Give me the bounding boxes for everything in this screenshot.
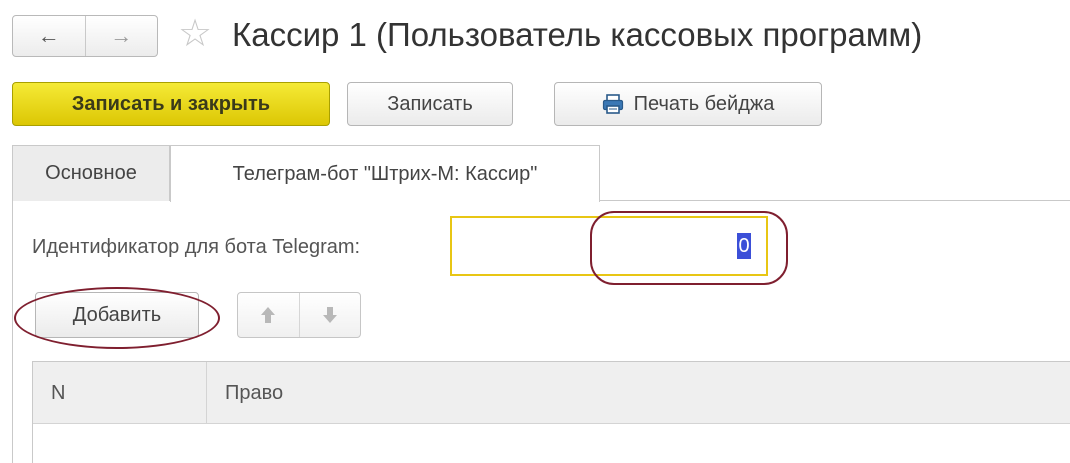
star-icon[interactable]: ☆ — [178, 14, 212, 54]
save-and-close-button[interactable]: Записать и закрыть — [12, 82, 330, 126]
print-badge-button[interactable]: Печать бейджа — [554, 82, 822, 126]
save-button[interactable]: Записать — [347, 82, 513, 126]
table-header: N Право — [33, 362, 1070, 424]
annotation-circle-add — [14, 287, 220, 349]
tab-telegram-bot[interactable]: Телеграм-бот "Штрих-М: Кассир" — [170, 145, 600, 202]
column-header-right[interactable]: Право — [225, 362, 283, 424]
page-title: Кассир 1 (Пользователь кассовых программ… — [232, 16, 923, 53]
move-buttons — [237, 292, 361, 338]
column-header-n[interactable]: N — [51, 362, 65, 424]
print-badge-label: Печать бейджа — [633, 92, 775, 115]
rights-table[interactable]: N Право — [32, 361, 1070, 463]
tab-panel-border — [12, 200, 13, 463]
column-divider — [206, 362, 207, 424]
arrow-up-icon[interactable] — [238, 293, 299, 337]
tab-main[interactable]: Основное — [12, 145, 170, 201]
annotation-circle-field — [590, 211, 788, 285]
navigation-buttons: ← → — [12, 15, 158, 57]
back-arrow-icon[interactable]: ← — [13, 16, 85, 56]
arrow-down-icon[interactable] — [298, 293, 361, 337]
printer-icon — [602, 94, 623, 114]
telegram-id-label: Идентификатор для бота Telegram: — [32, 236, 361, 258]
forward-arrow-icon[interactable]: → — [84, 16, 158, 56]
